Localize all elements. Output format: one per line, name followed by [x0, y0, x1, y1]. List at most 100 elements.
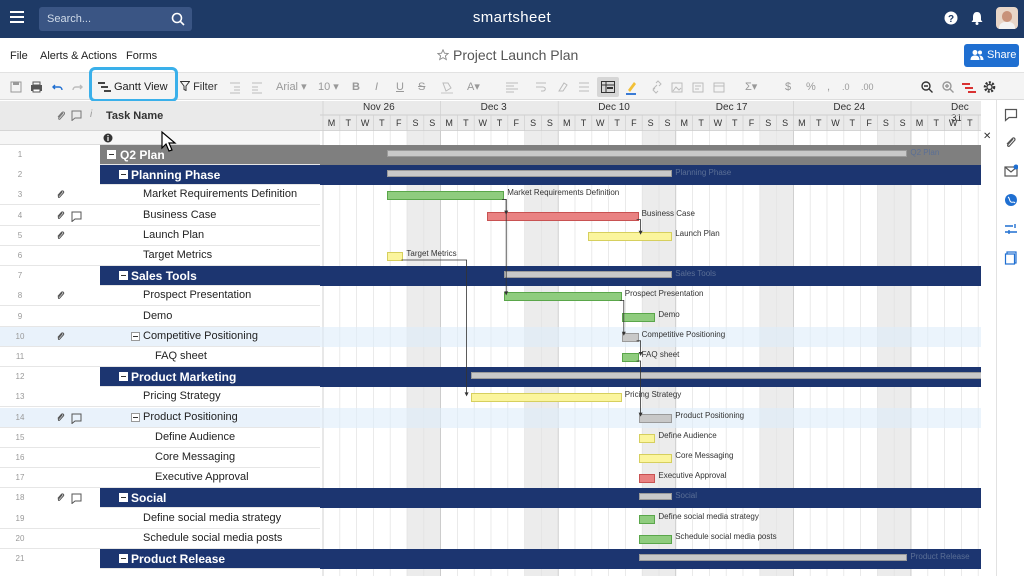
calendar-icon[interactable] [713, 79, 725, 95]
collapse-toggle[interactable] [131, 331, 140, 341]
task-row[interactable]: 12 Product Marketing [0, 367, 320, 388]
italic-icon[interactable]: I [375, 79, 378, 95]
menu-forms[interactable]: Forms [126, 50, 157, 62]
thousands-separator-icon[interactable]: , [827, 79, 830, 95]
task-row[interactable]: 6 Target Metrics [0, 246, 320, 266]
task-name[interactable]: Market Requirements Definition [143, 188, 297, 200]
activity-log-icon[interactable] [1004, 222, 1018, 236]
row-number[interactable]: 19 [0, 514, 40, 523]
task-name[interactable]: Social [131, 491, 166, 505]
row-number[interactable]: 21 [0, 554, 40, 563]
task-name[interactable]: Executive Approval [155, 471, 249, 483]
task-row[interactable]: 3 Market Requirements Definition [0, 185, 320, 206]
attachments-icon[interactable] [1004, 136, 1018, 150]
row-number[interactable]: 8 [0, 291, 40, 300]
gantt-bar[interactable] [638, 474, 656, 484]
gantt-bar[interactable] [638, 413, 673, 423]
task-row[interactable]: 14 Product Positioning [0, 407, 320, 428]
task-name[interactable]: Product Marketing [131, 370, 236, 384]
gantt-bar[interactable] [621, 332, 639, 342]
font-size-dropdown[interactable]: 10 ▾ [318, 79, 339, 95]
task-row[interactable]: 10 Competitive Positioning [0, 326, 320, 347]
attachment-icon[interactable] [56, 492, 65, 503]
row-number[interactable]: 9 [0, 312, 40, 321]
row-number[interactable]: 14 [0, 413, 40, 422]
gantt-bar[interactable] [621, 312, 656, 322]
save-icon[interactable] [10, 79, 22, 95]
publish-globe-icon[interactable] [1004, 193, 1018, 207]
gantt-bar[interactable] [638, 534, 673, 544]
gantt-bar[interactable] [621, 353, 639, 362]
clear-format-icon[interactable] [557, 79, 569, 95]
task-name-header[interactable]: Task Name [106, 110, 163, 122]
collapse-toggle[interactable] [131, 412, 140, 422]
gantt-bar[interactable] [638, 454, 673, 463]
row-number[interactable]: 18 [0, 493, 40, 502]
task-name[interactable]: Demo [143, 310, 172, 322]
row-number[interactable]: 7 [0, 271, 40, 280]
task-row[interactable]: 15 Define Audience [0, 428, 320, 448]
gantt-bar[interactable] [470, 393, 622, 403]
settings-icon[interactable] [983, 79, 996, 95]
task-name[interactable]: Product Positioning [143, 411, 238, 423]
row-number[interactable]: 16 [0, 453, 40, 462]
notifications-bell-icon[interactable] [969, 10, 985, 26]
task-name[interactable]: Define Audience [155, 431, 235, 443]
task-name[interactable]: Pricing Strategy [143, 390, 221, 402]
undo-icon[interactable] [52, 79, 63, 95]
underline-icon[interactable]: U [396, 79, 404, 95]
indent-icon[interactable] [229, 79, 241, 95]
sum-icon[interactable]: Σ▾ [745, 79, 757, 95]
zoom-in-icon[interactable] [941, 79, 955, 95]
favorite-star-icon[interactable] [437, 49, 449, 61]
gantt-bar[interactable] [470, 372, 981, 380]
attachment-icon[interactable] [56, 189, 65, 200]
task-row[interactable]: 20 Schedule social media posts [0, 529, 320, 549]
task-row[interactable]: 13 Pricing Strategy [0, 387, 320, 408]
attachment-icon[interactable] [56, 412, 65, 423]
task-name[interactable]: Business Case [143, 209, 216, 221]
collapse-toggle[interactable] [119, 271, 128, 281]
attachment-icon[interactable] [56, 210, 65, 221]
decimal-decrease-icon[interactable]: .0 [842, 79, 850, 95]
collapse-toggle[interactable] [119, 170, 128, 180]
gantt-bar[interactable] [386, 170, 673, 178]
print-icon[interactable] [30, 79, 43, 95]
task-row[interactable]: 21 Product Release [0, 549, 320, 569]
wrap-icon[interactable] [535, 79, 547, 95]
row-number[interactable]: 13 [0, 392, 40, 401]
update-requests-icon[interactable] [1004, 164, 1018, 178]
close-icon[interactable]: ✕ [983, 131, 991, 142]
comment-icon[interactable] [71, 211, 82, 222]
task-name[interactable]: Planning Phase [131, 168, 220, 182]
row-number[interactable]: 4 [0, 211, 40, 220]
task-name[interactable]: FAQ sheet [155, 350, 207, 362]
gantt-bar[interactable] [487, 211, 639, 221]
user-avatar[interactable] [996, 7, 1018, 29]
card-icon[interactable] [692, 79, 704, 95]
task-row[interactable]: 11 FAQ sheet [0, 347, 320, 367]
gantt-bar[interactable] [588, 231, 673, 241]
summary-icon[interactable] [1004, 251, 1018, 265]
row-number[interactable]: 15 [0, 433, 40, 442]
row-number[interactable]: 3 [0, 190, 40, 199]
task-name[interactable]: Q2 Plan [120, 148, 165, 162]
gantt-bar[interactable] [638, 514, 656, 524]
task-name[interactable]: Target Metrics [143, 249, 212, 261]
bold-icon[interactable]: B [352, 79, 360, 95]
row-number[interactable]: 11 [0, 352, 40, 361]
highlight-icon[interactable] [625, 79, 637, 95]
task-row[interactable]: 1 Q2 Plan [0, 145, 320, 165]
gantt-bar[interactable] [386, 150, 908, 157]
task-row[interactable]: 19 Define social media strategy [0, 509, 320, 529]
task-row[interactable]: 16 Core Messaging [0, 448, 320, 468]
menu-alerts-actions[interactable]: Alerts & Actions [40, 50, 117, 62]
collapse-toggle[interactable] [119, 372, 128, 382]
task-row[interactable]: 18 Social [0, 488, 320, 509]
currency-icon[interactable]: $ [785, 79, 791, 95]
share-button[interactable]: Share [964, 44, 1019, 67]
strikethrough-icon[interactable]: S [418, 79, 425, 95]
comment-icon[interactable] [71, 413, 82, 424]
collapse-toggle[interactable] [107, 150, 116, 159]
task-row[interactable]: 4 Business Case [0, 206, 320, 226]
